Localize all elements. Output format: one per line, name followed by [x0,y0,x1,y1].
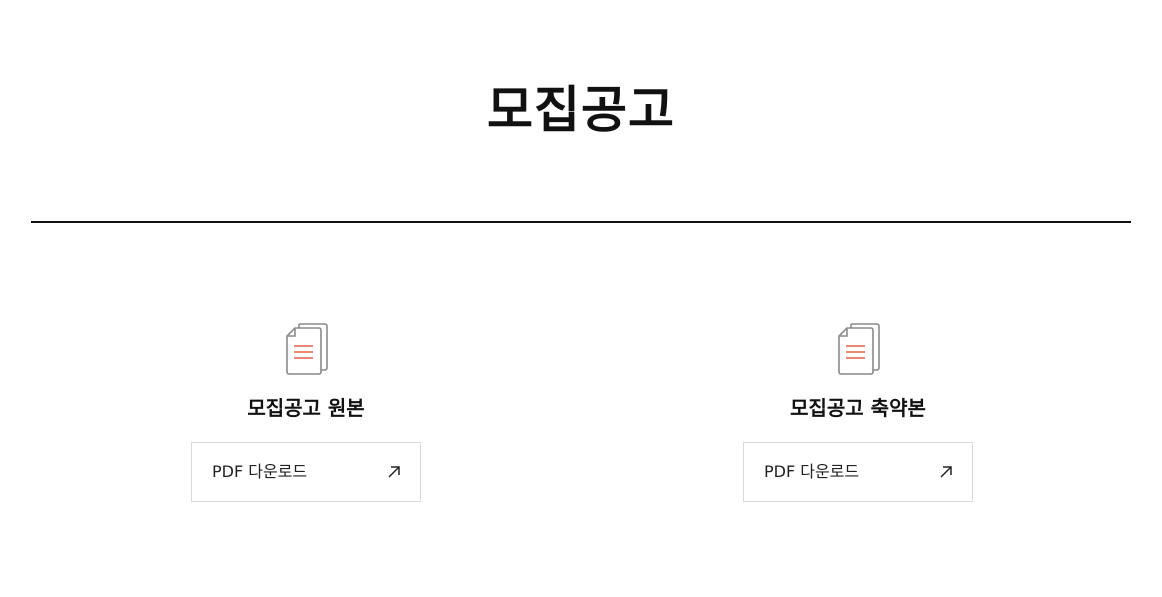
document-card-original: 모집공고 원본 PDF 다운로드 [191,322,421,504]
document-icon [286,323,328,375]
page-title: 모집공고 [487,81,675,139]
document-icon [838,323,880,375]
title-divider [31,221,1131,223]
document-title: 모집공고 원본 [247,396,365,420]
download-button-label: PDF 다운로드 [764,462,860,481]
document-title: 모집공고 축약본 [790,396,926,420]
arrow-up-right-icon [940,466,952,478]
arrow-up-right-icon [388,466,400,478]
pdf-download-button[interactable]: PDF 다운로드 [743,442,973,502]
download-button-label: PDF 다운로드 [212,462,308,481]
document-card-summary: 모집공고 축약본 PDF 다운로드 [743,322,973,504]
pdf-download-button[interactable]: PDF 다운로드 [191,442,421,502]
